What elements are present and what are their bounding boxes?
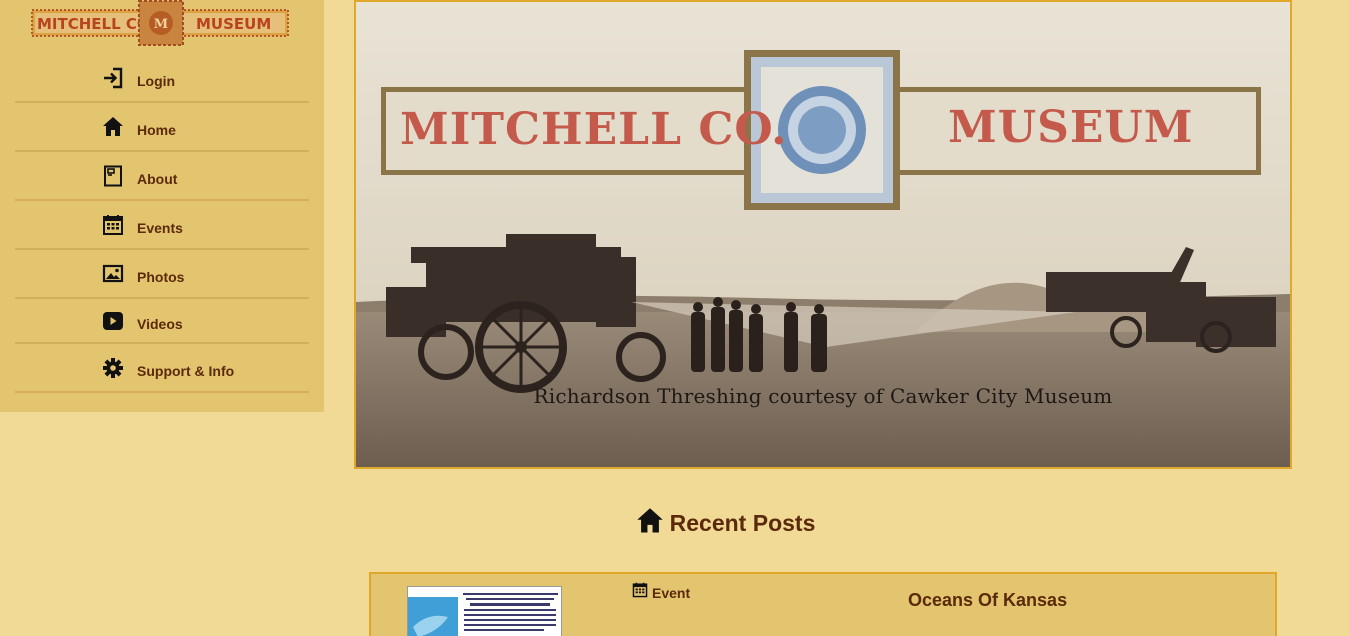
- recent-posts-heading: Recent Posts: [0, 507, 1349, 540]
- login-icon: [102, 67, 124, 89]
- sidebar: MITCHELL CO. MUSEUM M Login Home About E…: [0, 0, 324, 412]
- video-play-icon: [102, 310, 124, 332]
- sidebar-item-label: Events: [137, 219, 183, 236]
- sidebar-item-label: About: [137, 170, 178, 187]
- banner-title-right: MUSEUM: [948, 102, 1194, 153]
- svg-text:MUSEUM: MUSEUM: [196, 15, 271, 33]
- gear-icon: [102, 357, 124, 379]
- svg-text:M: M: [154, 17, 168, 32]
- home-icon: [102, 116, 124, 138]
- calendar-icon: [102, 214, 124, 236]
- sidebar-item-label: Photos: [137, 268, 185, 285]
- sidebar-item-events[interactable]: Events: [15, 201, 309, 250]
- book-icon: [102, 165, 124, 187]
- sidebar-item-about[interactable]: About: [15, 152, 309, 201]
- sidebar-item-support[interactable]: Support & Info: [15, 344, 309, 393]
- home-icon: [636, 507, 664, 540]
- sidebar-nav: Login Home About Events Photos Videos Su…: [15, 54, 309, 393]
- sidebar-item-label: Home: [137, 121, 176, 138]
- svg-text:MITCHELL CO.: MITCHELL CO.: [37, 15, 155, 33]
- recent-posts-title: Recent Posts: [669, 510, 816, 536]
- sidebar-item-label: Support & Info: [137, 362, 235, 379]
- sidebar-item-home[interactable]: Home: [15, 103, 309, 152]
- sidebar-item-label: Videos: [137, 315, 183, 332]
- photo-caption: Richardson Threshing courtesy of Cawker …: [533, 384, 1113, 408]
- banner-title-left: MITCHELL CO.: [400, 104, 788, 155]
- sidebar-item-videos[interactable]: Videos: [15, 299, 309, 344]
- sidebar-item-photos[interactable]: Photos: [15, 250, 309, 299]
- post-thumbnail[interactable]: [407, 586, 562, 636]
- calendar-icon: [632, 582, 648, 603]
- image-icon: [102, 263, 124, 285]
- site-logo[interactable]: MITCHELL CO. MUSEUM M: [31, 0, 289, 46]
- sidebar-item-label: Login: [137, 72, 176, 89]
- post-title-link[interactable]: Oceans Of Kansas: [908, 590, 1067, 611]
- sidebar-item-login[interactable]: Login: [15, 54, 309, 103]
- post-tag-label: Event: [652, 584, 691, 601]
- post-tag: Event: [632, 582, 690, 603]
- post-card[interactable]: Event Oceans Of Kansas: [369, 572, 1277, 636]
- hero-banner: MITCHELL CO. MUSEUM Richardson Threshing…: [354, 0, 1292, 469]
